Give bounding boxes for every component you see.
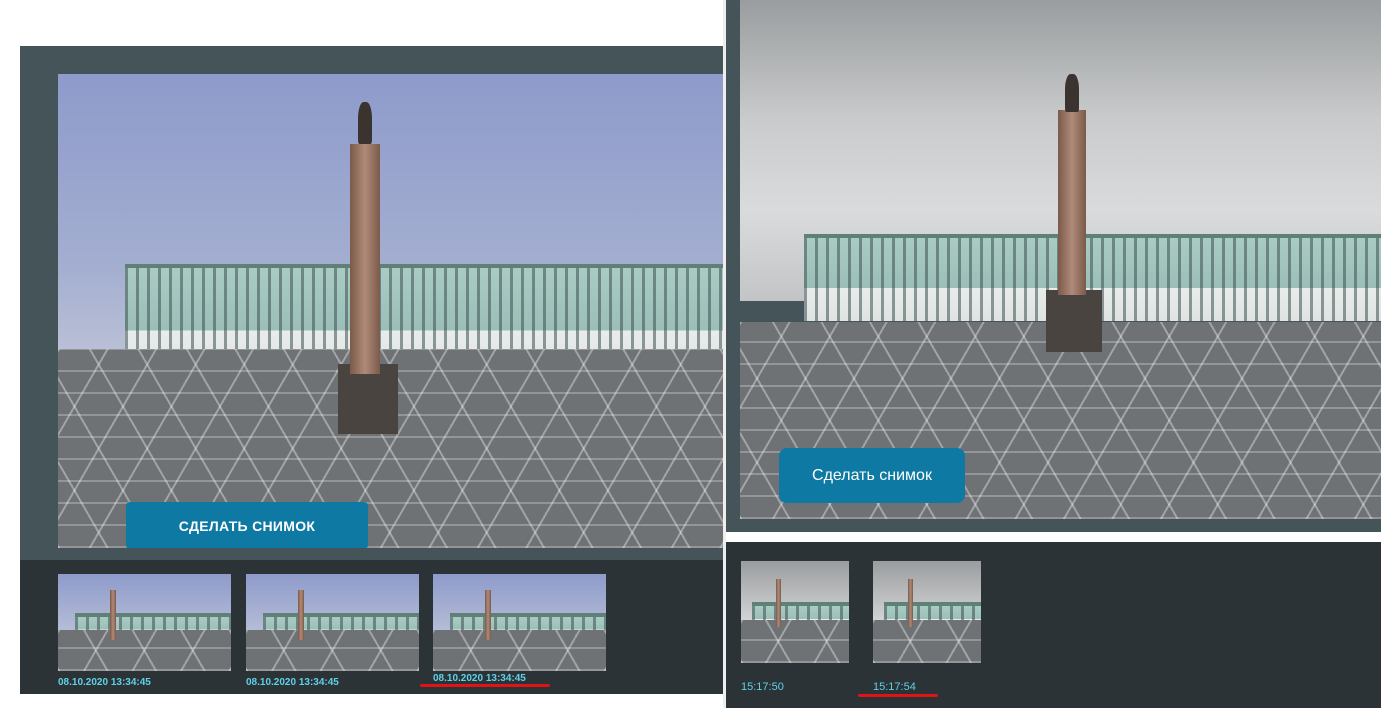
highlight-underline: [420, 684, 550, 687]
snapshot-thumbnail-strip: 08.10.2020 13:34:45 08.10.2020 13:34:45 …: [20, 560, 723, 694]
right-camera-panel: Сделать снимок: [726, 0, 1381, 532]
left-camera-panel: СДЕЛАТЬ СНИМОК 08.10.2020 13:34:45 08.10…: [20, 46, 723, 694]
snapshot-timestamp: 15:17:50: [741, 681, 784, 693]
snapshot-timestamp: 08.10.2020 13:34:45: [246, 677, 339, 688]
take-snapshot-button[interactable]: Сделать снимок: [779, 448, 965, 503]
snapshot-thumbnail[interactable]: [433, 574, 606, 671]
snapshot-thumbnail-strip: 15:17:50 15:17:54: [726, 542, 1381, 708]
snapshot-thumbnail[interactable]: [58, 574, 231, 671]
snapshot-timestamp: 08.10.2020 13:34:45: [433, 673, 526, 684]
camera-view-image: СДЕЛАТЬ СНИМОК: [58, 74, 723, 548]
snapshot-thumbnail[interactable]: [873, 561, 981, 663]
take-snapshot-button[interactable]: СДЕЛАТЬ СНИМОК: [126, 502, 368, 548]
camera-view-image: Сделать снимок: [740, 0, 1381, 519]
snapshot-thumbnail[interactable]: [741, 561, 849, 663]
snapshot-timestamp: 15:17:54: [873, 681, 916, 693]
snapshot-timestamp: 08.10.2020 13:34:45: [58, 677, 151, 688]
highlight-underline: [858, 694, 938, 697]
snapshot-thumbnail[interactable]: [246, 574, 419, 671]
